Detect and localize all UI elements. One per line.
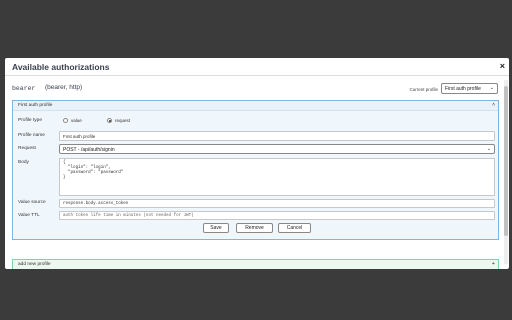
radio-value[interactable]: [63, 118, 68, 123]
auth-name: bearer: [12, 85, 36, 92]
radio-value-label: value: [71, 118, 82, 123]
value-ttl-input[interactable]: auth token life time in minutes (not nee…: [59, 211, 495, 220]
radio-request-label: request: [115, 118, 131, 123]
value-source-label: Value source: [18, 200, 46, 205]
profile-header[interactable]: First auth profile ˄: [13, 101, 498, 111]
add-profile-panel[interactable]: add new profile +: [12, 259, 499, 269]
profile-panel: First auth profile ˄ Profile type value …: [12, 100, 499, 240]
scrollbar[interactable]: [504, 80, 508, 264]
profile-name-label: Profile name: [18, 133, 45, 138]
body-label: Body: [18, 160, 29, 165]
body-textarea[interactable]: { "login": "login", "password": "passwor…: [59, 158, 495, 196]
request-label: Request: [18, 146, 36, 151]
value-ttl-label: Value TTL: [18, 213, 40, 218]
modal-title: Available authorizations: [12, 62, 110, 72]
add-profile-label: add new profile: [18, 262, 51, 267]
current-profile-value: First auth profile: [445, 86, 481, 92]
profile-name-input[interactable]: First auth profile: [59, 131, 495, 141]
plus-icon[interactable]: +: [492, 261, 495, 267]
chevron-down-icon: ⌄: [489, 85, 494, 91]
modal-header: Available authorizations ×: [5, 58, 509, 76]
auth-type: (bearer, http): [45, 84, 83, 91]
auth-row: bearer (bearer, http) Current profile Fi…: [12, 83, 498, 97]
scrollbar-thumb[interactable]: [504, 86, 508, 236]
chevron-up-icon[interactable]: ˄: [492, 102, 495, 108]
profile-type-radios: value request: [63, 118, 143, 124]
cancel-button[interactable]: Cancel: [278, 223, 311, 233]
authorizations-modal: Available authorizations × bearer (beare…: [5, 58, 509, 269]
profile-header-title: First auth profile: [18, 103, 53, 108]
save-button[interactable]: Save: [203, 223, 229, 233]
remove-button[interactable]: Remove: [236, 223, 273, 233]
current-profile-select[interactable]: First auth profile ⌄: [441, 83, 498, 94]
value-source-input[interactable]: response.body.access_token: [59, 199, 495, 208]
request-value: POST - /api/auth/signin: [63, 147, 115, 153]
chevron-down-icon: ⌄: [486, 146, 491, 152]
modal-body: bearer (bearer, http) Current profile Fi…: [5, 77, 509, 269]
current-profile-label: Current profile: [409, 87, 438, 92]
profile-actions: Save Remove Cancel: [13, 223, 500, 234]
radio-request[interactable]: [107, 118, 112, 123]
request-select[interactable]: POST - /api/auth/signin ⌄: [59, 144, 495, 154]
profile-type-label: Profile type: [18, 118, 42, 123]
close-icon[interactable]: ×: [500, 61, 505, 71]
